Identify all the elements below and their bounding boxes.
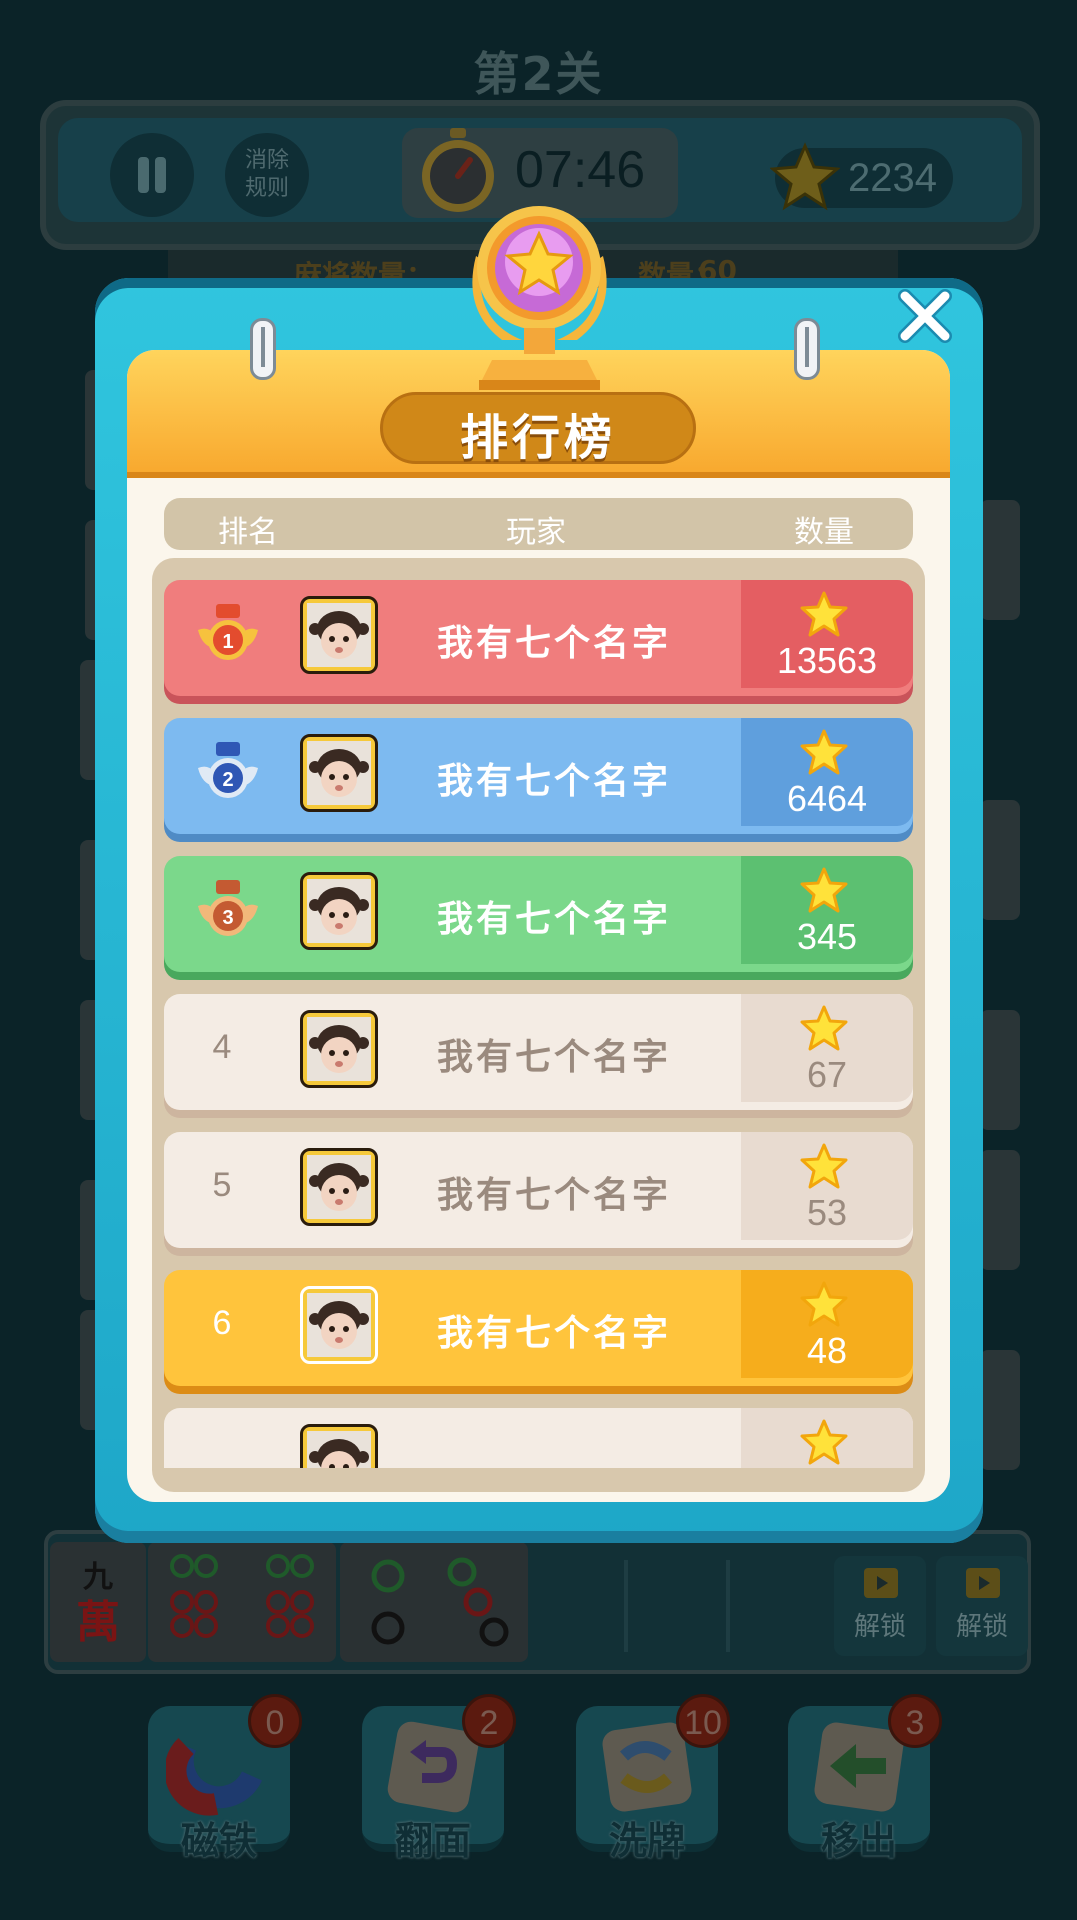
video-icon <box>966 1568 1000 1598</box>
player-name: 我有七个名字 <box>436 761 671 802</box>
column-header: 排名 玩家 数量 <box>164 498 913 550</box>
avatar-photo-icon <box>307 1293 371 1357</box>
powerup-label: 洗牌 <box>608 1819 685 1863</box>
star-icon <box>800 1005 848 1051</box>
bg-tile <box>980 500 1020 620</box>
avatar-photo-icon <box>307 741 371 805</box>
rank-column-label: 排名 <box>218 515 278 550</box>
dot-tile-icon <box>371 1557 509 1647</box>
clip-decoration <box>250 318 276 380</box>
avatar[interactable] <box>300 1286 378 1364</box>
rank-number: 6 <box>212 1304 232 1342</box>
rules-label: 消除规则 <box>244 148 289 201</box>
star-icon <box>800 729 848 775</box>
tray-divider <box>624 1560 628 1652</box>
powerup-move-out[interactable]: 移出 3 <box>788 1694 942 1863</box>
rank-number: 1 <box>222 631 233 653</box>
tray-tile-dots[interactable] <box>340 1542 528 1662</box>
leaderboard-list[interactable]: 1 我有七个名字 13563 2 我有七个名字 6464 3 我有七个名字 345 4 我有七个名字… <box>152 562 925 1468</box>
avatar[interactable] <box>300 1148 378 1226</box>
rules-button[interactable]: 消除规则 <box>225 133 309 217</box>
rank-medal-icon: 2 <box>198 742 258 798</box>
score-value: 6464 <box>786 778 868 819</box>
star-icon <box>800 1281 848 1327</box>
leaderboard-row[interactable] <box>164 1408 913 1468</box>
leaderboard-row[interactable]: 6 我有七个名字 48 <box>164 1270 913 1386</box>
star-icon <box>800 867 848 913</box>
leaderboard-row[interactable]: 2 我有七个名字 6464 <box>164 718 913 834</box>
powerup-magnet[interactable]: 磁铁 0 <box>148 1694 302 1863</box>
powerup-flip[interactable]: 翻面 2 <box>362 1694 516 1863</box>
player-name: 我有七个名字 <box>436 1175 671 1216</box>
bg-tile <box>980 800 1020 920</box>
avatar[interactable] <box>300 596 378 674</box>
trophy-icon <box>472 206 607 390</box>
avatar[interactable] <box>300 734 378 812</box>
pause-button[interactable] <box>110 133 194 217</box>
unlock-slot[interactable]: 解锁 <box>834 1556 926 1656</box>
score-value: 13563 <box>776 640 878 681</box>
rank-medal-icon: 3 <box>198 880 258 936</box>
avatar[interactable] <box>300 1010 378 1088</box>
avatar[interactable] <box>300 872 378 950</box>
tray-tile-character[interactable]: 九 萬 <box>50 1542 146 1662</box>
powerup-label: 磁铁 <box>180 1819 257 1863</box>
score-value: 345 <box>796 916 858 957</box>
score-text: 2234 <box>848 156 937 200</box>
powerup-label: 移出 <box>820 1819 897 1863</box>
rank-number: 3 <box>222 907 233 929</box>
avatar-photo-icon <box>307 1017 371 1081</box>
tray-divider <box>726 1560 730 1652</box>
star-icon <box>800 591 848 637</box>
tile-char-bottom: 萬 <box>76 1597 120 1648</box>
star-icon <box>800 1143 848 1189</box>
rank-medal-icon: 1 <box>198 604 258 660</box>
score-value: 48 <box>806 1330 848 1371</box>
powerup-label: 翻面 <box>394 1819 471 1863</box>
leaderboard-row[interactable]: 4 我有七个名字 67 <box>164 994 913 1110</box>
player-name: 我有七个名字 <box>436 623 671 664</box>
count-column-label: 数量 <box>794 515 854 550</box>
video-icon <box>864 1568 898 1598</box>
unlock-slot[interactable]: 解锁 <box>936 1556 1028 1656</box>
tray-tile-circles[interactable] <box>148 1542 336 1662</box>
level-title: 第2关 <box>473 47 604 101</box>
powerup-count-badge: 10 <box>676 1694 730 1748</box>
unlock-label: 解锁 <box>853 1612 906 1642</box>
powerup-count-badge: 0 <box>248 1694 302 1748</box>
circle-tile-icon <box>170 1554 314 1638</box>
star-icon <box>770 142 840 211</box>
bg-tile <box>980 1150 1020 1270</box>
rank-number: 2 <box>222 769 233 791</box>
leaderboard-row[interactable]: 3 我有七个名字 345 <box>164 856 913 972</box>
game-screen: 第2关 消除规则 07:46 2234 麻将数量： 数量： 60 九 萬 解锁 … <box>0 0 1077 1920</box>
player-name: 我有七个名字 <box>436 1313 671 1354</box>
score-value: 53 <box>806 1192 848 1233</box>
avatar-photo-icon <box>307 1431 371 1468</box>
unlock-label: 解锁 <box>955 1612 1008 1642</box>
leaderboard-row[interactable]: 1 我有七个名字 13563 <box>164 580 913 696</box>
player-name: 我有七个名字 <box>436 1037 671 1078</box>
bg-tile <box>980 1010 1020 1130</box>
player-column-label: 玩家 <box>506 515 566 550</box>
avatar[interactable] <box>300 1424 378 1468</box>
rank-number: 4 <box>212 1028 232 1066</box>
powerup-count-badge: 2 <box>462 1694 516 1748</box>
score-value: 67 <box>806 1054 848 1095</box>
close-icon[interactable] <box>895 286 955 346</box>
leaderboard-row[interactable]: 5 我有七个名字 53 <box>164 1132 913 1248</box>
player-name: 我有七个名字 <box>436 899 671 940</box>
powerup-count-badge: 3 <box>888 1694 942 1748</box>
powerup-shuffle[interactable]: 洗牌 10 <box>576 1694 730 1863</box>
avatar-photo-icon <box>307 879 371 943</box>
clip-decoration <box>794 318 820 380</box>
leaderboard-title: 排行榜 <box>459 410 616 466</box>
rank-number: 5 <box>212 1166 232 1204</box>
avatar-photo-icon <box>307 603 371 667</box>
bg-tile <box>980 1350 1020 1470</box>
star-icon <box>800 1419 848 1465</box>
avatar-photo-icon <box>307 1155 371 1219</box>
